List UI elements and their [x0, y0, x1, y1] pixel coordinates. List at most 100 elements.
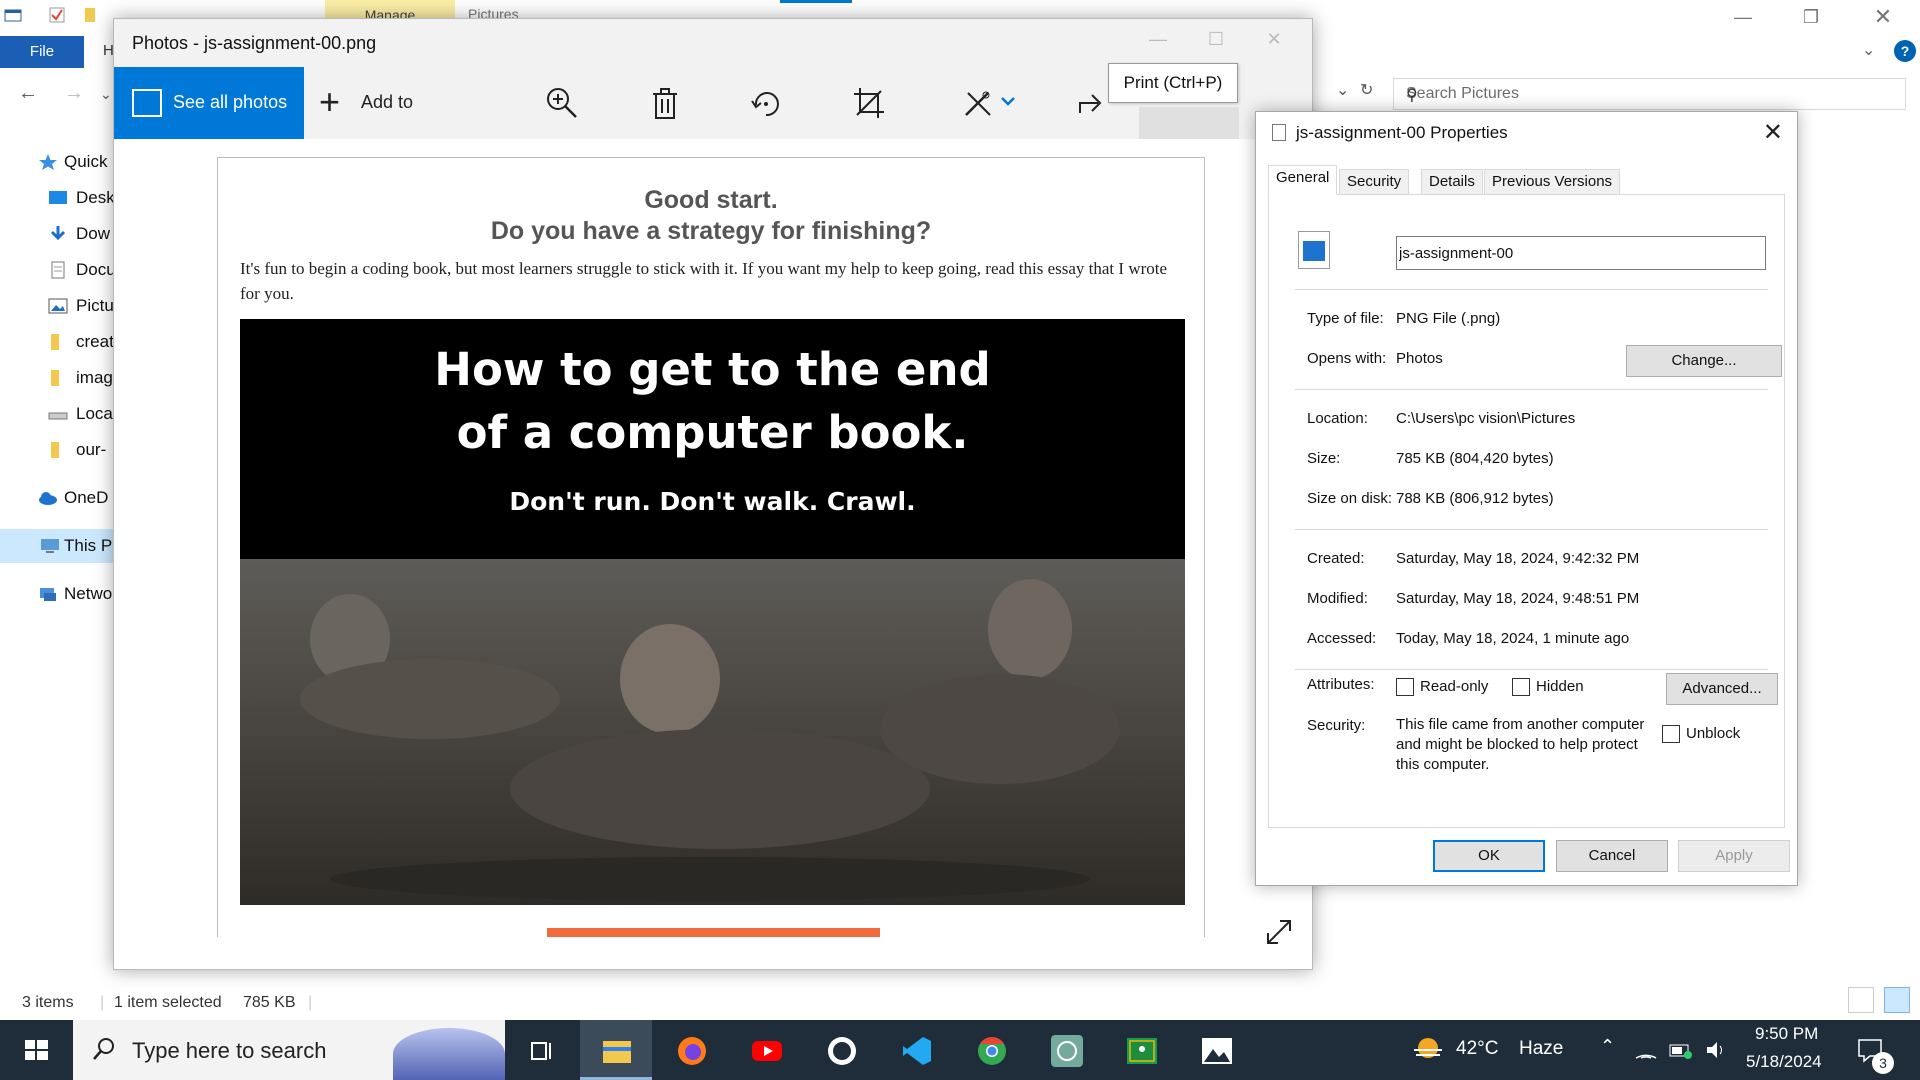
explorer-maximize-button[interactable]: ❐	[1788, 2, 1834, 32]
type-of-file-value: PNG File (.png)	[1396, 310, 1501, 327]
photos-maximize-button[interactable]: ☐	[1196, 29, 1236, 59]
taskbar-google-classroom[interactable]	[1105, 1020, 1177, 1080]
sidebar-item-network[interactable]: Netwo	[0, 577, 114, 611]
photos-window: Photos - js-assignment-00.png — ☐ ✕ See …	[113, 18, 1313, 970]
clock-date[interactable]: 5/18/2024	[1746, 1052, 1822, 1072]
sidebar-item-folder-imag[interactable]: imag	[0, 361, 114, 395]
size-on-disk-label: Size on disk:	[1307, 490, 1393, 507]
google-classroom-icon	[1127, 1038, 1157, 1064]
sidebar-item-folder-creat[interactable]: creat	[0, 325, 114, 359]
taskbar-firefox[interactable]	[655, 1020, 727, 1080]
onedrive-icon	[39, 492, 57, 505]
download-icon	[50, 226, 66, 241]
back-arrow-icon[interactable]: ←	[18, 82, 38, 105]
taskbar-youtube[interactable]	[730, 1020, 802, 1080]
hidden-checkbox[interactable]	[1512, 678, 1530, 696]
weather-temperature[interactable]: 42°C	[1456, 1038, 1498, 1060]
refresh-icon[interactable]: ↻	[1360, 80, 1373, 100]
sidebar-item-onedrive[interactable]: OneD	[0, 481, 114, 515]
sidebar-item-label: Desk	[76, 188, 114, 207]
readonly-checkbox[interactable]	[1396, 678, 1414, 696]
status-selected: 1 item selected	[114, 994, 222, 1011]
sidebar-item-quick-access[interactable]: Quick	[0, 145, 114, 179]
taskbar-search-box[interactable]: Type here to search	[73, 1020, 505, 1080]
unblock-checkbox[interactable]	[1662, 725, 1680, 743]
banner-line-1: How to get to the end	[434, 343, 991, 396]
zoom-in-icon[interactable]	[544, 85, 580, 121]
sidebar-item-desktop[interactable]: Desk	[0, 181, 114, 215]
task-view-button[interactable]	[505, 1020, 577, 1080]
ok-button[interactable]: OK	[1433, 840, 1545, 872]
separator	[1295, 669, 1768, 670]
photos-close-button[interactable]: ✕	[1254, 29, 1294, 59]
details-view-icon[interactable]	[1848, 987, 1874, 1013]
wifi-icon[interactable]	[1634, 1038, 1658, 1062]
tab-details[interactable]: Details	[1421, 169, 1483, 195]
clock-time[interactable]: 9:50 PM	[1755, 1024, 1818, 1044]
status-divider: |	[308, 994, 313, 1011]
forward-arrow-icon[interactable]: →	[64, 82, 84, 105]
taskbar-chrome[interactable]	[955, 1020, 1027, 1080]
sidebar-item-pictures[interactable]: Pictu	[0, 289, 114, 323]
tab-general[interactable]: General	[1268, 165, 1338, 195]
change-button[interactable]: Change...	[1626, 345, 1782, 377]
print-button[interactable]	[1139, 107, 1239, 139]
sidebar-item-label: This P	[64, 536, 113, 555]
advanced-button[interactable]: Advanced...	[1666, 673, 1778, 705]
share-icon[interactable]	[1074, 85, 1110, 121]
show-hidden-icons-chevron-icon[interactable]: ⌃	[1600, 1036, 1615, 1057]
sidebar-item-label: Pictu	[76, 296, 114, 315]
sidebar-item-label: Docu	[76, 260, 114, 279]
sidebar-item-label: Quick	[64, 152, 108, 171]
size-on-disk-value: 788 KB (806,912 bytes)	[1396, 490, 1554, 507]
explorer-minimize-button[interactable]: —	[1720, 2, 1766, 32]
sidebar-item-documents[interactable]: Docu	[0, 253, 114, 287]
battery-icon[interactable]	[1668, 1038, 1694, 1062]
help-icon[interactable]: ?	[1894, 40, 1916, 62]
start-button[interactable]	[0, 1020, 72, 1080]
tab-security[interactable]: Security	[1339, 169, 1410, 195]
explorer-close-button[interactable]: ✕	[1860, 2, 1906, 32]
address-dropdown-icon[interactable]: ⌄	[1336, 80, 1349, 100]
taskbar-photos[interactable]	[1180, 1020, 1252, 1080]
properties-check-icon[interactable]	[48, 6, 66, 24]
weather-haze-icon[interactable]	[1410, 1032, 1446, 1068]
status-item-count: 3 items	[22, 994, 74, 1011]
properties-close-button[interactable]: ✕	[1763, 118, 1783, 147]
see-all-photos-button[interactable]: See all photos	[114, 67, 304, 139]
file-name-field[interactable]	[1396, 236, 1766, 270]
taskbar-chatgpt[interactable]	[1030, 1020, 1102, 1080]
photos-minimize-button[interactable]: —	[1138, 29, 1178, 59]
taskbar-file-explorer[interactable]	[580, 1020, 652, 1080]
volume-icon[interactable]	[1704, 1038, 1728, 1062]
sidebar-item-downloads[interactable]: Dow	[0, 217, 114, 251]
expand-fullscreen-icon[interactable]	[1264, 917, 1294, 947]
photos-title: Photos - js-assignment-00.png	[132, 33, 377, 53]
search-input[interactable]: Search Pictures ⚲	[1393, 78, 1906, 110]
taskbar-vscode[interactable]	[880, 1020, 952, 1080]
large-icons-view-icon[interactable]	[1884, 987, 1910, 1013]
sidebar-item-folder-our[interactable]: our-	[0, 433, 114, 467]
cancel-button[interactable]: Cancel	[1556, 840, 1668, 872]
crop-icon[interactable]	[851, 85, 887, 121]
file-icon	[1272, 124, 1286, 141]
chevron-down-icon[interactable]	[998, 91, 1018, 111]
apply-button[interactable]: Apply	[1678, 840, 1790, 872]
photos-gallery-icon	[132, 89, 162, 117]
ribbon-collapse-chevron-icon[interactable]: ⌄	[1862, 40, 1875, 60]
rotate-icon[interactable]	[748, 85, 784, 121]
weather-condition[interactable]: Haze	[1519, 1038, 1563, 1060]
taskbar-github[interactable]	[805, 1020, 877, 1080]
sidebar-item-local-disk[interactable]: Loca	[0, 397, 114, 431]
delete-icon[interactable]	[647, 85, 683, 121]
tab-previous-versions[interactable]: Previous Versions	[1484, 169, 1621, 195]
vscode-icon	[903, 1037, 931, 1065]
task-view-icon	[531, 1042, 551, 1060]
search-icon: ⚲	[1406, 87, 1418, 104]
edit-create-icon[interactable]	[960, 85, 996, 121]
status-divider: |	[100, 994, 105, 1011]
file-tab[interactable]: File	[0, 36, 84, 68]
new-folder-icon[interactable]	[82, 6, 100, 24]
recent-locations-chevron-icon[interactable]: ⌄	[100, 86, 112, 103]
sidebar-item-this-pc[interactable]: This P	[0, 529, 114, 563]
